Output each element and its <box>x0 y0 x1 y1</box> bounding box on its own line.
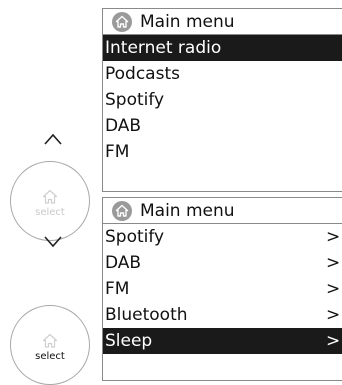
menu-item-label: Internet radio <box>105 38 222 58</box>
home-icon <box>42 189 58 204</box>
menu-item-label: Sleep <box>105 331 153 351</box>
home-icon <box>42 333 58 348</box>
select-knob-bottom[interactable]: select <box>10 305 90 385</box>
menu-item-label: Spotify <box>105 227 165 247</box>
menu-item-sleep[interactable]: Sleep > <box>103 328 342 354</box>
menu-item-bluetooth[interactable]: Bluetooth > <box>103 302 342 328</box>
chevron-down-icon[interactable] <box>44 236 62 248</box>
menu-item-label: FM <box>105 142 130 162</box>
menu-item-spotify[interactable]: Spotify <box>103 87 342 113</box>
header-title: Main menu <box>140 11 235 32</box>
menu-item-arrow <box>326 87 338 113</box>
menu-item-fm[interactable]: FM > <box>103 276 342 302</box>
menu-item-dab[interactable]: DAB > <box>103 250 342 276</box>
home-icon <box>112 200 132 221</box>
menu-screen-bottom: Main menu Spotify > DAB > FM > Bluetooth… <box>102 197 342 381</box>
menu-screen-top: Main menu Internet radio Podcasts Spotif… <box>102 8 342 192</box>
screen-header: Main menu <box>103 9 342 35</box>
menu-item-label: Spotify <box>105 90 165 110</box>
menu-item-spotify[interactable]: Spotify > <box>103 224 342 250</box>
menu-item-arrow <box>326 113 338 139</box>
chevron-up-icon[interactable] <box>44 133 62 145</box>
menu-item-arrow <box>326 35 338 61</box>
menu-item-podcasts[interactable]: Podcasts <box>103 61 342 87</box>
header-title: Main menu <box>140 200 235 221</box>
menu-item-internet-radio[interactable]: Internet radio <box>103 35 342 61</box>
screen-header: Main menu <box>103 198 342 224</box>
knob-label: select <box>35 206 65 218</box>
menu-item-label: DAB <box>105 253 142 273</box>
menu-item-fm[interactable]: FM <box>103 139 342 165</box>
chevron-right-icon: > <box>326 279 341 299</box>
select-knob-top[interactable]: select <box>10 161 90 241</box>
menu-list: Internet radio Podcasts Spotify DAB FM <box>103 35 342 165</box>
menu-item-dab[interactable]: DAB <box>103 113 342 139</box>
menu-item-label: DAB <box>105 116 142 136</box>
home-icon <box>112 11 132 32</box>
menu-item-arrow <box>326 61 338 87</box>
chevron-right-icon: > <box>326 227 341 247</box>
menu-list: Spotify > DAB > FM > Bluetooth > Sleep > <box>103 224 342 354</box>
chevron-right-icon: > <box>326 253 341 273</box>
menu-item-label: FM <box>105 279 130 299</box>
menu-item-arrow <box>326 139 338 165</box>
menu-item-label: Bluetooth <box>105 305 188 325</box>
knob-label: select <box>35 350 65 362</box>
chevron-right-icon: > <box>326 331 341 351</box>
menu-item-label: Podcasts <box>105 64 180 84</box>
chevron-right-icon: > <box>326 305 341 325</box>
